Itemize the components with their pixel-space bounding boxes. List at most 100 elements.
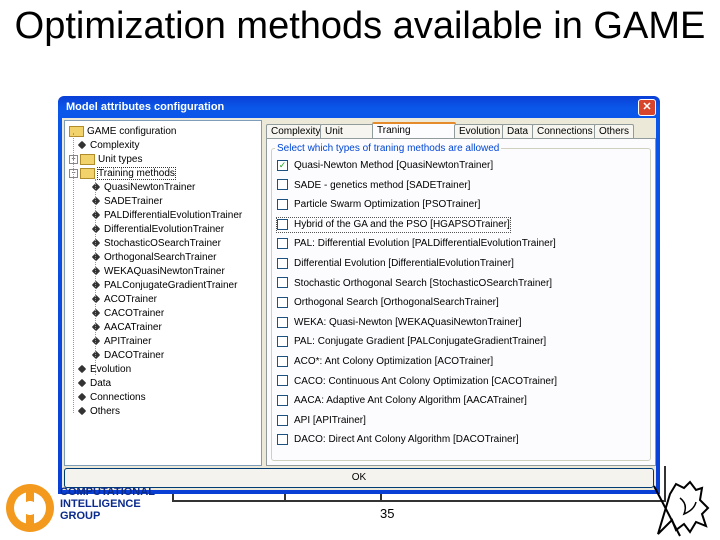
tree-item[interactable]: Data — [77, 377, 112, 391]
tree-item[interactable]: QuasiNewtonTrainer — [91, 181, 195, 195]
folder-icon — [80, 167, 95, 179]
checkbox[interactable] — [277, 375, 288, 387]
checkbox[interactable] — [277, 414, 288, 426]
node-bullet-icon — [91, 281, 101, 290]
tab-evolution[interactable]: Evolution — [454, 124, 504, 139]
node-bullet-icon — [91, 267, 101, 276]
tree-item[interactable]: PALDifferentialEvolutionTrainer — [91, 209, 242, 223]
method-option[interactable]: Differential Evolution [DifferentialEvol… — [277, 257, 514, 271]
tree-guide-line — [73, 133, 74, 413]
checkbox[interactable] — [277, 395, 288, 407]
tree-item[interactable]: DACOTrainer — [91, 349, 164, 363]
tree-item[interactable]: Evolution — [77, 363, 132, 377]
tab-complexity[interactable]: Complexity — [266, 124, 322, 139]
tree-item-label: OrthogonalSearchTrainer — [104, 252, 217, 263]
method-option[interactable]: AACA: Adaptive Ant Colony Algorithm [AAC… — [277, 394, 527, 408]
config-tree[interactable]: GAME configuration Complexity + Unit types… — [64, 120, 262, 466]
checkbox[interactable] — [277, 199, 288, 211]
tree-item-label: APITrainer — [104, 336, 152, 347]
checkbox[interactable] — [277, 179, 288, 191]
method-option[interactable]: DACO: Direct Ant Colony Algorithm [DACOT… — [277, 433, 519, 447]
tab-data[interactable]: Data — [502, 124, 534, 139]
tree-item-label: DifferentialEvolutionTrainer — [104, 224, 225, 235]
node-bullet-icon — [91, 183, 101, 192]
tree-item-label: AACATrainer — [104, 322, 162, 333]
tree-item-label: Data — [90, 378, 112, 389]
method-option-label: PAL: Conjugate Gradient [PALConjugateGra… — [294, 336, 547, 348]
tree-item[interactable]: AACATrainer — [91, 321, 162, 335]
method-option[interactable]: CACO: Continuous Ant Colony Optimization… — [277, 375, 557, 389]
method-option[interactable]: PAL: Conjugate Gradient [PALConjugateGra… — [277, 335, 546, 349]
method-option-label: Differential Evolution [DifferentialEvol… — [294, 258, 514, 269]
tree-item-label: PALConjugateGradientTrainer — [104, 280, 238, 291]
checkbox[interactable] — [277, 297, 288, 309]
node-bullet-icon — [91, 239, 101, 248]
dialog-client: GAME configuration Complexity + Unit types… — [62, 118, 656, 490]
cig-logo-icon — [6, 484, 54, 532]
tree-item[interactable]: StochasticOSearchTrainer — [91, 237, 221, 251]
method-option-label: Hybrid of the GA and the PSO [HGAPSOTrai… — [294, 218, 510, 230]
tree-item-label: WEKAQuasiNewtonTrainer — [104, 266, 225, 277]
checkbox[interactable] — [277, 238, 288, 250]
tree-item[interactable]: Complexity — [77, 139, 139, 153]
tree-item[interactable]: CACOTrainer — [91, 307, 164, 321]
method-option-label: API [APITrainer] — [294, 414, 366, 426]
node-bullet-icon — [77, 141, 87, 150]
node-bullet-icon — [91, 337, 101, 346]
tree-item[interactable]: APITrainer — [91, 335, 152, 349]
method-option[interactable]: PAL: Differential Evolution [PALDifferen… — [277, 237, 556, 251]
cig-wordmark: COMPUTATIONAL INTELLIGENCE GROUP — [60, 486, 155, 522]
checkbox[interactable] — [277, 355, 288, 367]
method-option-label: SADE - genetics method [SADETrainer] — [294, 179, 471, 191]
checkbox[interactable] — [277, 218, 288, 230]
method-option[interactable]: WEKA: Quasi-Newton [WEKAQuasiNewtonTrain… — [277, 316, 521, 330]
node-bullet-icon — [91, 211, 101, 220]
node-bullet-icon — [91, 295, 101, 304]
checkbox[interactable] — [277, 434, 288, 446]
method-option-label: DACO: Direct Ant Colony Algorithm [DACOT… — [294, 434, 519, 446]
method-option[interactable]: SADE - genetics method [SADETrainer] — [277, 179, 470, 193]
dialog-titlebar[interactable]: Model attributes configuration ✕ — [58, 96, 660, 118]
tree-item[interactable]: SADETrainer — [91, 195, 163, 209]
tree-item[interactable]: DifferentialEvolutionTrainer — [91, 223, 225, 237]
method-option[interactable]: Stochastic Orthogonal Search [Stochastic… — [277, 277, 552, 291]
method-option[interactable]: ✓ Quasi-Newton Method [QuasiNewtonTrainer… — [277, 159, 493, 173]
tree-item[interactable]: WEKAQuasiNewtonTrainer — [91, 265, 225, 279]
tab-unit-types[interactable]: Unit types — [320, 124, 374, 151]
node-bullet-icon — [91, 197, 101, 206]
tree-item[interactable]: + Unit types — [69, 153, 142, 167]
method-option-label: Particle Swarm Optimization [PSOTrainer] — [294, 199, 481, 211]
close-button[interactable]: ✕ — [638, 99, 656, 116]
method-option[interactable]: ACO*: Ant Colony Optimization [ACOTraine… — [277, 355, 493, 369]
tree-item[interactable]: Connections — [77, 391, 146, 405]
folder-icon — [80, 153, 95, 165]
tree-item-label: ACOTrainer — [104, 294, 157, 305]
tree-item[interactable]: ACOTrainer — [91, 293, 157, 307]
method-option[interactable]: Particle Swarm Optimization [PSOTrainer] — [277, 198, 480, 212]
tree-item[interactable]: − Training methods — [69, 167, 176, 181]
tree-item-label: Others — [90, 406, 121, 417]
tab-connections[interactable]: Connections — [532, 124, 596, 139]
tab-panel: Select which types of traning methods ar… — [266, 138, 656, 466]
node-bullet-icon — [77, 407, 87, 416]
ok-button[interactable]: OK — [64, 468, 654, 488]
tree-item-label: Unit types — [98, 154, 143, 165]
method-option[interactable]: Orthogonal Search [OrthogonalSearchTrain… — [277, 296, 499, 310]
tree-root-label: GAME configuration — [87, 126, 177, 137]
tree-item[interactable]: PALConjugateGradientTrainer — [91, 279, 238, 293]
tab-others[interactable]: Others — [594, 124, 634, 139]
checkbox[interactable] — [277, 336, 288, 348]
tree-item-label: Evolution — [90, 364, 132, 375]
method-option[interactable]: Hybrid of the GA and the PSO [HGAPSOTrai… — [276, 216, 511, 233]
method-option[interactable]: API [APITrainer] — [277, 414, 366, 428]
checked-checkbox[interactable]: ✓ — [277, 159, 288, 171]
checkbox[interactable] — [277, 316, 288, 328]
tree-root[interactable]: GAME configuration — [69, 125, 177, 139]
node-bullet-icon — [77, 379, 87, 388]
page-number: 35 — [380, 506, 395, 521]
tree-item[interactable]: OrthogonalSearchTrainer — [91, 251, 217, 265]
checkbox[interactable] — [277, 277, 288, 289]
tree-item[interactable]: Others — [77, 405, 121, 419]
config-dialog: Model attributes configuration ✕ GAME co… — [58, 96, 660, 494]
checkbox[interactable] — [277, 257, 288, 269]
